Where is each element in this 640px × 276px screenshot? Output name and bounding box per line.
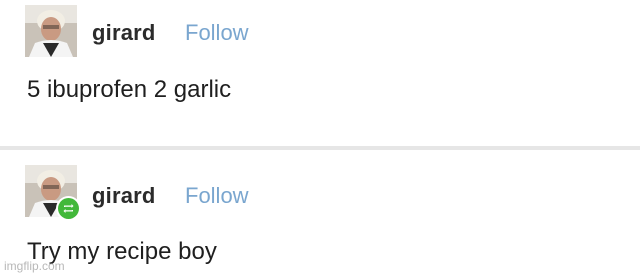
follow-button[interactable]: Follow xyxy=(185,183,249,209)
post: girard Follow 5 ibuprofen 2 garlic xyxy=(0,0,640,146)
reblog-badge xyxy=(56,196,81,221)
watermark: imgflip.com xyxy=(4,259,65,273)
username[interactable]: girard xyxy=(92,20,156,46)
reblog-icon xyxy=(63,204,74,213)
post: girard Follow Try my recipe boy xyxy=(0,150,640,276)
user-avatar-photo-icon xyxy=(25,5,77,57)
username[interactable]: girard xyxy=(92,183,156,209)
post-text: 5 ibuprofen 2 garlic xyxy=(27,76,232,103)
avatar[interactable] xyxy=(25,5,77,57)
tumblr-post-thread: girard Follow 5 ibuprofen 2 garlic girar… xyxy=(0,0,640,276)
follow-button[interactable]: Follow xyxy=(185,20,249,46)
